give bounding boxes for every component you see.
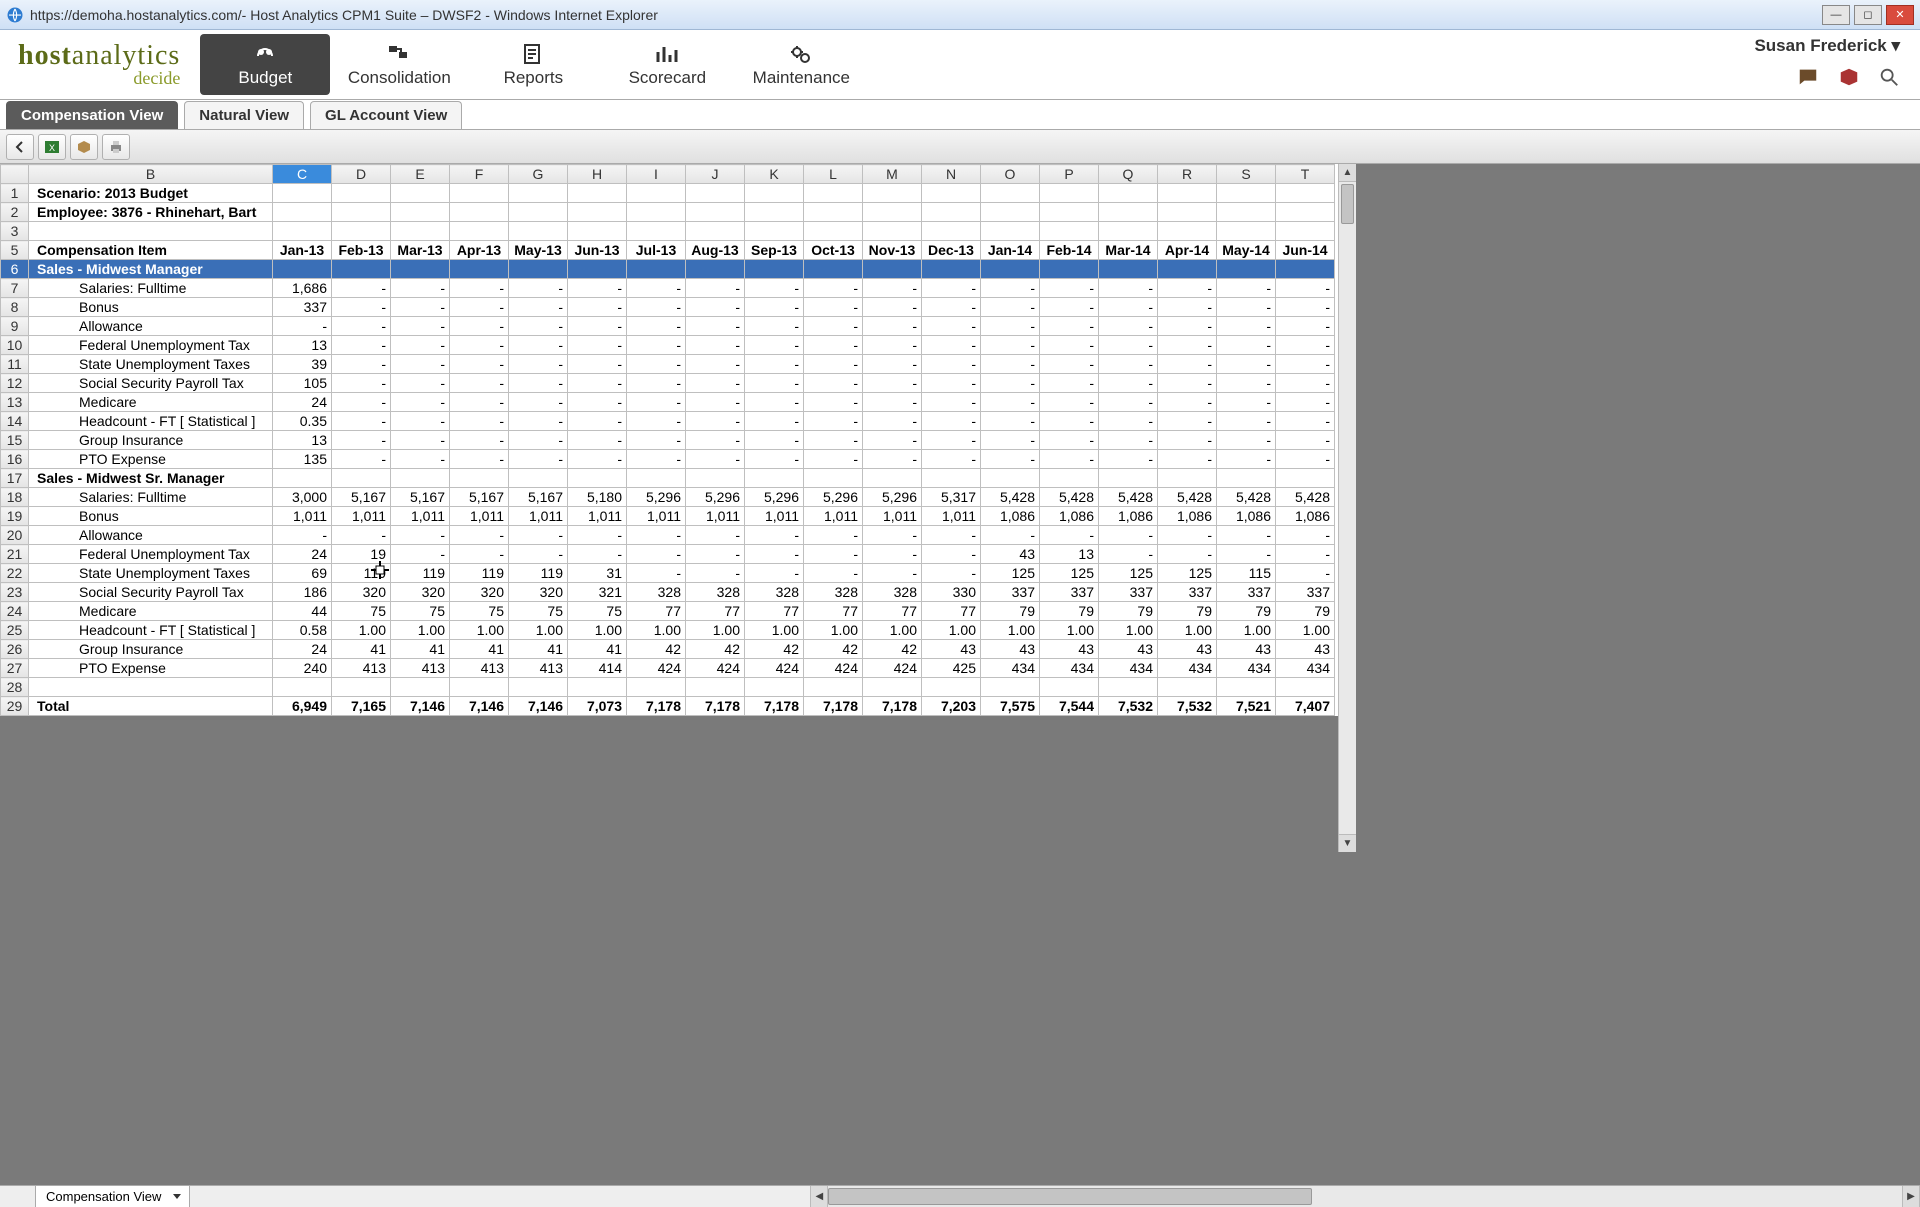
- nav-maintenance[interactable]: Maintenance: [736, 34, 866, 95]
- nav-budget[interactable]: Budget: [200, 34, 330, 95]
- sheet-tab[interactable]: Compensation View: [36, 1186, 190, 1207]
- sheet-footer: Compensation View ◀ ▶: [0, 1185, 1920, 1207]
- print-button[interactable]: [102, 134, 130, 160]
- view-tab-natural-view[interactable]: Natural View: [184, 101, 304, 129]
- data-cube-button[interactable]: [70, 134, 98, 160]
- nav-scorecard[interactable]: Scorecard: [602, 34, 732, 95]
- vertical-scrollbar[interactable]: ▲ ▼: [1338, 164, 1356, 852]
- back-button[interactable]: [6, 134, 34, 160]
- user-menu[interactable]: Susan Frederick ▾: [1754, 36, 1900, 56]
- view-tabs: Compensation ViewNatural ViewGL Account …: [0, 100, 1920, 130]
- app-header: hostanalytics decide BudgetConsolidation…: [0, 30, 1920, 100]
- browser-url: https://demoha.hostanalytics.com/: [30, 7, 242, 23]
- data-grid[interactable]: BCDEFGHIJKLMNOPQRST1Scenario: 2013 Budge…: [0, 164, 1335, 716]
- horizontal-scrollbar[interactable]: ◀ ▶: [810, 1186, 1920, 1207]
- svg-text:X: X: [49, 143, 55, 153]
- view-tab-compensation-view[interactable]: Compensation View: [6, 101, 178, 129]
- chat-icon[interactable]: [1797, 66, 1819, 88]
- view-tab-gl-account-view[interactable]: GL Account View: [310, 101, 462, 129]
- browser-title-bar: https://demoha.hostanalytics.com/ - Host…: [0, 0, 1920, 30]
- chevron-down-icon: [173, 1194, 181, 1199]
- minimize-button[interactable]: —: [1822, 5, 1850, 25]
- spreadsheet-area: BCDEFGHIJKLMNOPQRST1Scenario: 2013 Budge…: [0, 164, 1920, 1185]
- ie-icon: [6, 6, 24, 24]
- close-button[interactable]: ✕: [1886, 5, 1914, 25]
- main-nav: BudgetConsolidationReportsScorecardMaint…: [198, 30, 1734, 99]
- maximize-button[interactable]: ◻: [1854, 5, 1882, 25]
- nav-reports[interactable]: Reports: [468, 34, 598, 95]
- excel-export-button[interactable]: X: [38, 134, 66, 160]
- logo: hostanalytics decide: [0, 40, 198, 89]
- search-icon[interactable]: [1878, 66, 1900, 88]
- mini-toolbar: X: [0, 130, 1920, 164]
- browser-title-suffix: - Host Analytics CPM1 Suite – DWSF2 - Wi…: [242, 7, 658, 23]
- package-icon[interactable]: [1838, 66, 1860, 88]
- nav-consolidation[interactable]: Consolidation: [334, 34, 464, 95]
